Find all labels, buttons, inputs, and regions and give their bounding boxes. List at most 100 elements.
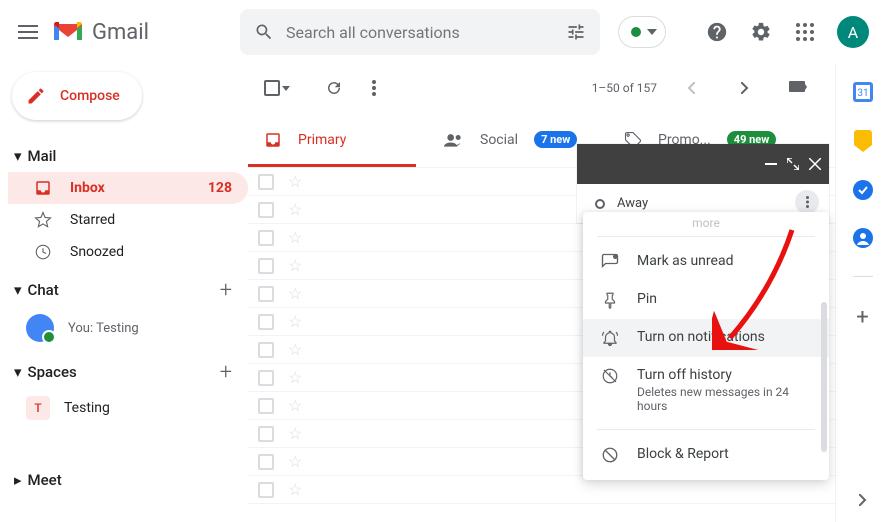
chat-section-header[interactable]: ▾ Chat + (8, 274, 248, 306)
hamburger-icon (18, 25, 38, 39)
gmail-logo-icon (52, 20, 84, 44)
chat-context-menu: more Mark as unread Pin Turn on notifica… (583, 212, 829, 480)
search-bar[interactable] (240, 9, 600, 55)
main-menu-button[interactable] (8, 12, 48, 52)
sidebar-item-inbox[interactable]: Inbox 128 (8, 172, 248, 204)
compose-label: Compose (60, 88, 120, 104)
tasks-icon (853, 180, 873, 200)
meet-section-header[interactable]: ▸ Meet (8, 464, 248, 496)
menu-scrollbar[interactable] (821, 302, 827, 452)
search-options-icon[interactable] (566, 22, 586, 42)
menu-turn-on-notifications[interactable]: Turn on notifications (583, 319, 829, 357)
active-status-dot (631, 27, 641, 37)
space-avatar: T (26, 396, 50, 420)
add-space-button[interactable]: + (220, 360, 232, 385)
search-icon (254, 22, 274, 42)
fullscreen-icon[interactable] (787, 158, 799, 170)
row-star[interactable]: ☆ (288, 172, 302, 191)
support-button[interactable] (697, 12, 737, 52)
row-star[interactable]: ☆ (288, 368, 302, 387)
side-panel: 31 + (835, 64, 889, 522)
row-star[interactable]: ☆ (288, 256, 302, 275)
row-checkbox[interactable] (258, 370, 274, 386)
row-star[interactable]: ☆ (288, 312, 302, 331)
menu-block-report[interactable]: Block & Report (583, 436, 829, 474)
next-page-button[interactable] (725, 68, 765, 108)
chevron-down-icon (282, 86, 290, 91)
spaces-section-header[interactable]: ▾ Spaces + (8, 356, 248, 388)
row-star[interactable]: ☆ (288, 340, 302, 359)
menu-mark-unread[interactable]: Mark as unread (583, 243, 829, 281)
row-checkbox[interactable] (258, 286, 274, 302)
pin-icon (601, 291, 619, 309)
menu-pin[interactable]: Pin (583, 281, 829, 319)
row-checkbox[interactable] (258, 174, 274, 190)
sidebar-item-starred[interactable]: Starred (8, 204, 248, 236)
chat-avatar-icon (26, 314, 54, 342)
space-item[interactable]: T Testing (8, 388, 248, 428)
tab-primary[interactable]: Primary (248, 112, 428, 167)
row-star[interactable]: ☆ (288, 284, 302, 303)
history-off-icon (601, 367, 619, 385)
get-addons-button[interactable]: + (856, 305, 868, 330)
svg-text:31: 31 (857, 88, 868, 99)
row-checkbox[interactable] (258, 258, 274, 274)
popup-titlebar[interactable] (577, 144, 829, 184)
cutoff-text: more (583, 216, 829, 230)
row-checkbox[interactable] (258, 314, 274, 330)
bell-icon (601, 329, 619, 347)
header-right: A (697, 12, 881, 52)
select-all-checkbox[interactable] (264, 80, 290, 96)
row-star[interactable]: ☆ (288, 480, 302, 499)
hide-panel-button[interactable] (859, 494, 867, 506)
prev-page-button[interactable] (671, 68, 711, 108)
row-checkbox[interactable] (258, 454, 274, 470)
row-star[interactable]: ☆ (288, 424, 302, 443)
apps-button[interactable] (785, 12, 825, 52)
row-checkbox[interactable] (258, 398, 274, 414)
row-checkbox[interactable] (258, 230, 274, 246)
mail-row[interactable]: ☆ (248, 476, 835, 504)
row-checkbox[interactable] (258, 202, 274, 218)
tasks-addon[interactable] (853, 180, 873, 200)
contacts-addon[interactable] (853, 228, 873, 248)
status-pill[interactable] (618, 16, 666, 48)
row-checkbox[interactable] (258, 342, 274, 358)
add-chat-button[interactable]: + (220, 278, 232, 303)
row-checkbox[interactable] (258, 482, 274, 498)
settings-button[interactable] (741, 12, 781, 52)
keep-addon[interactable] (854, 130, 872, 152)
logo-area[interactable]: Gmail (52, 20, 232, 45)
contacts-icon (853, 228, 873, 248)
caret-down-icon: ▾ (14, 281, 22, 299)
row-checkbox[interactable] (258, 426, 274, 442)
calendar-addon[interactable]: 31 (853, 82, 873, 102)
input-tools-button[interactable] (779, 68, 819, 108)
more-vert-icon (372, 80, 376, 96)
row-star[interactable]: ☆ (288, 200, 302, 219)
keyboard-icon (789, 81, 809, 95)
refresh-button[interactable] (314, 68, 354, 108)
calendar-icon: 31 (853, 82, 873, 102)
help-icon (706, 21, 728, 43)
sidebar-item-snoozed[interactable]: Snoozed (8, 236, 248, 268)
block-icon (601, 446, 619, 464)
search-input[interactable] (286, 23, 566, 42)
close-icon[interactable] (809, 158, 821, 170)
row-star[interactable]: ☆ (288, 452, 302, 471)
app-name: Gmail (92, 20, 149, 45)
mail-section-header[interactable]: ▾ Mail (8, 140, 248, 172)
gear-icon (750, 21, 772, 43)
row-star[interactable]: ☆ (288, 396, 302, 415)
compose-button[interactable]: Compose (12, 72, 142, 120)
account-avatar[interactable]: A (837, 16, 869, 48)
chat-item[interactable]: You: Testing (8, 306, 248, 350)
menu-turn-off-history[interactable]: Turn off history Deletes new messages in… (583, 357, 829, 423)
row-star[interactable]: ☆ (288, 228, 302, 247)
minimize-icon[interactable] (765, 163, 777, 165)
checkbox-icon (264, 80, 280, 96)
chat-more-button[interactable] (795, 190, 819, 214)
more-button[interactable] (354, 68, 394, 108)
keep-icon (854, 130, 872, 152)
chevron-left-icon (687, 82, 695, 94)
